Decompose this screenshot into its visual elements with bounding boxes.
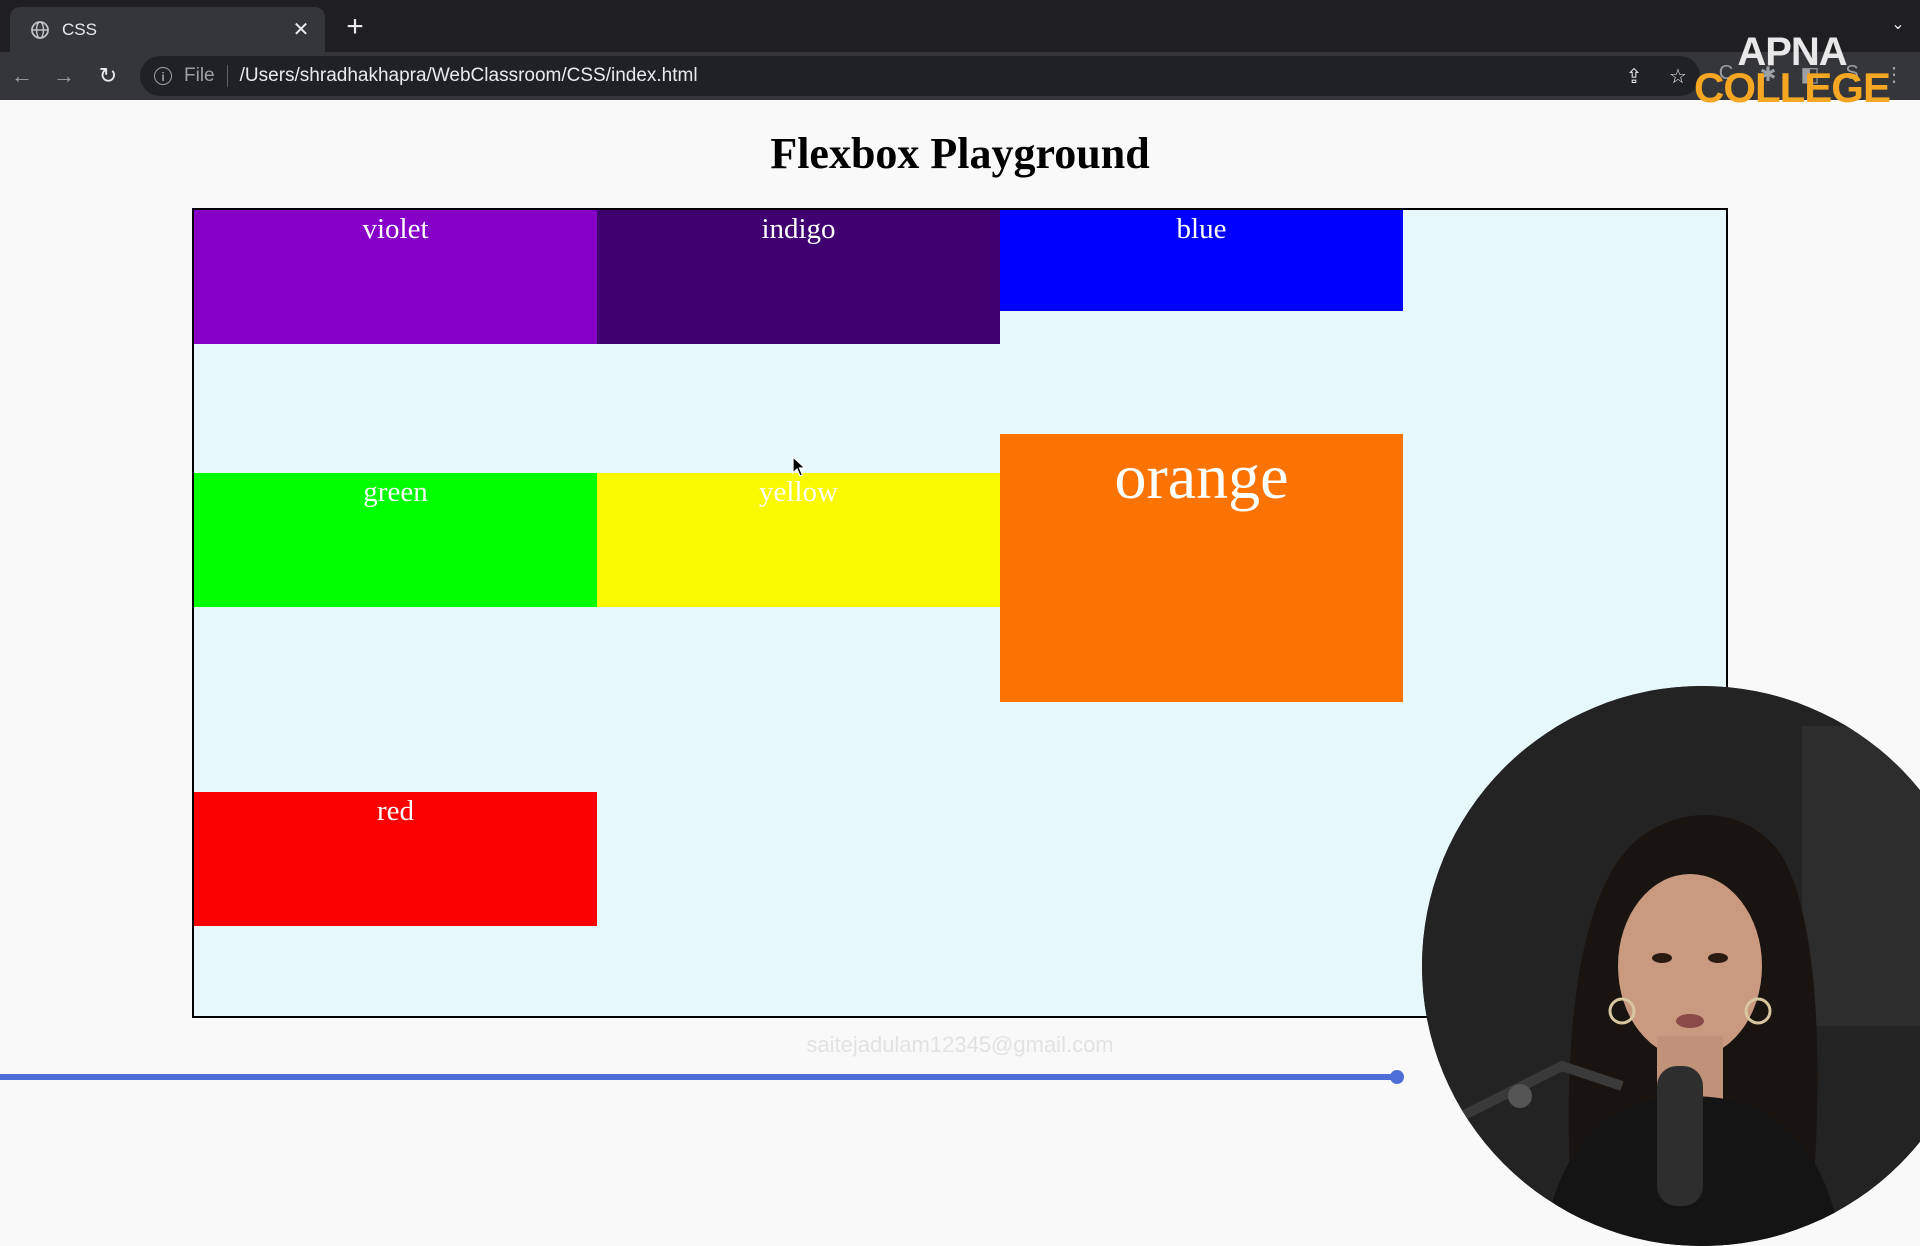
- browser-toolbar: ← → ↻ i File /Users/shradhakhapra/WebCla…: [0, 52, 1920, 100]
- url-scheme-label: File: [184, 65, 215, 86]
- box-yellow: yellow: [597, 473, 1000, 607]
- address-bar[interactable]: i File /Users/shradhakhapra/WebClassroom…: [140, 56, 1700, 96]
- address-divider: [226, 65, 228, 87]
- globe-icon: [30, 20, 50, 40]
- box-orange: orange: [1000, 434, 1403, 702]
- box-green: green: [194, 473, 597, 607]
- info-icon[interactable]: i: [154, 67, 172, 85]
- video-progress-handle[interactable]: [1390, 1070, 1404, 1084]
- close-tab-icon[interactable]: ✕: [289, 17, 313, 42]
- box-red: red: [194, 792, 597, 926]
- browser-tab[interactable]: CSS ✕: [10, 7, 325, 52]
- back-button[interactable]: ←: [6, 60, 38, 92]
- new-tab-button[interactable]: +: [340, 12, 370, 42]
- video-progress-bar[interactable]: [0, 1074, 1400, 1080]
- apna-college-logo: APNA COLLEGE: [1694, 32, 1891, 109]
- page-title: Flexbox Playground: [770, 129, 1150, 178]
- url-text[interactable]: /Users/shradhakhapra/WebClassroom/CSS/in…: [240, 65, 1612, 87]
- tab-title: CSS: [62, 19, 97, 39]
- forward-button[interactable]: →: [48, 60, 80, 92]
- reload-button[interactable]: ↻: [92, 60, 124, 92]
- box-violet: violet: [194, 210, 597, 344]
- mouse-pointer-icon: [792, 456, 807, 477]
- browser-tab-strip: CSS ✕ + ⌄: [0, 0, 1920, 52]
- box-indigo: indigo: [597, 210, 1000, 344]
- box-blue: blue: [1000, 210, 1403, 311]
- share-icon[interactable]: ⇪: [1612, 64, 1656, 89]
